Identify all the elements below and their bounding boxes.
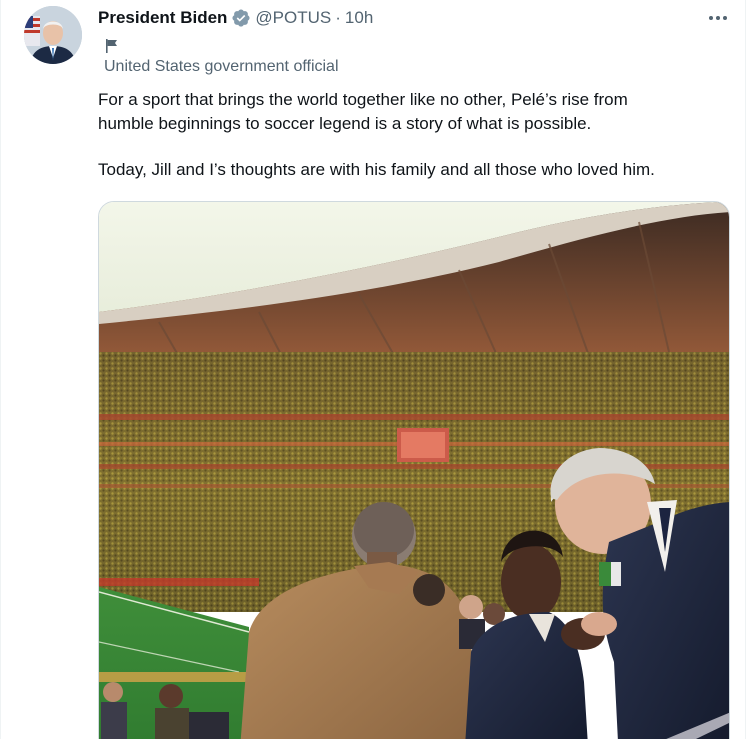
flag-icon bbox=[106, 39, 117, 53]
tweet-text: For a sport that brings the world togeth… bbox=[98, 88, 728, 182]
verified-badge-icon bbox=[232, 9, 250, 27]
author-handle[interactable]: @POTUS bbox=[255, 8, 331, 28]
timeline-left-border bbox=[0, 0, 1, 739]
stadium-photo bbox=[99, 202, 729, 739]
government-label[interactable]: United States government official bbox=[104, 58, 339, 76]
tweet-text-line: Today, Jill and I’s thoughts are with hi… bbox=[98, 160, 655, 179]
tweet-text-line: For a sport that brings the world togeth… bbox=[98, 90, 628, 109]
tweet-text-line: humble beginnings to soccer legend is a … bbox=[98, 114, 592, 133]
avatar[interactable] bbox=[24, 6, 82, 64]
tweet-photo[interactable] bbox=[98, 201, 730, 739]
tweet-timestamp[interactable]: 10h bbox=[345, 8, 373, 28]
more-horizontal-icon bbox=[709, 16, 727, 20]
separator-dot: · bbox=[335, 8, 341, 27]
tweet-header: President Biden @POTUS · 10h bbox=[98, 7, 373, 29]
more-options-button[interactable] bbox=[706, 8, 730, 28]
author-name[interactable]: President Biden bbox=[98, 8, 227, 28]
